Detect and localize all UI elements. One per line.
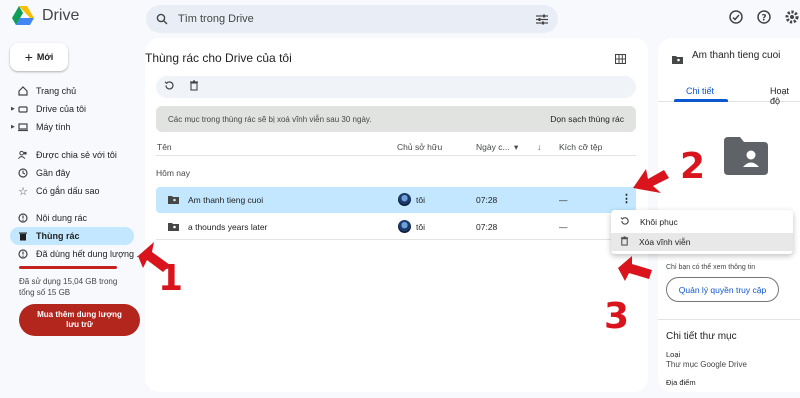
arrow-2-icon [633,169,669,193]
arrow-3-icon [618,256,652,281]
annotation-number-3: 3 [604,296,630,337]
annotation-overlay [138,169,669,281]
annotation-number-2: 2 [680,146,706,187]
annotation-number-1: 1 [158,258,184,299]
